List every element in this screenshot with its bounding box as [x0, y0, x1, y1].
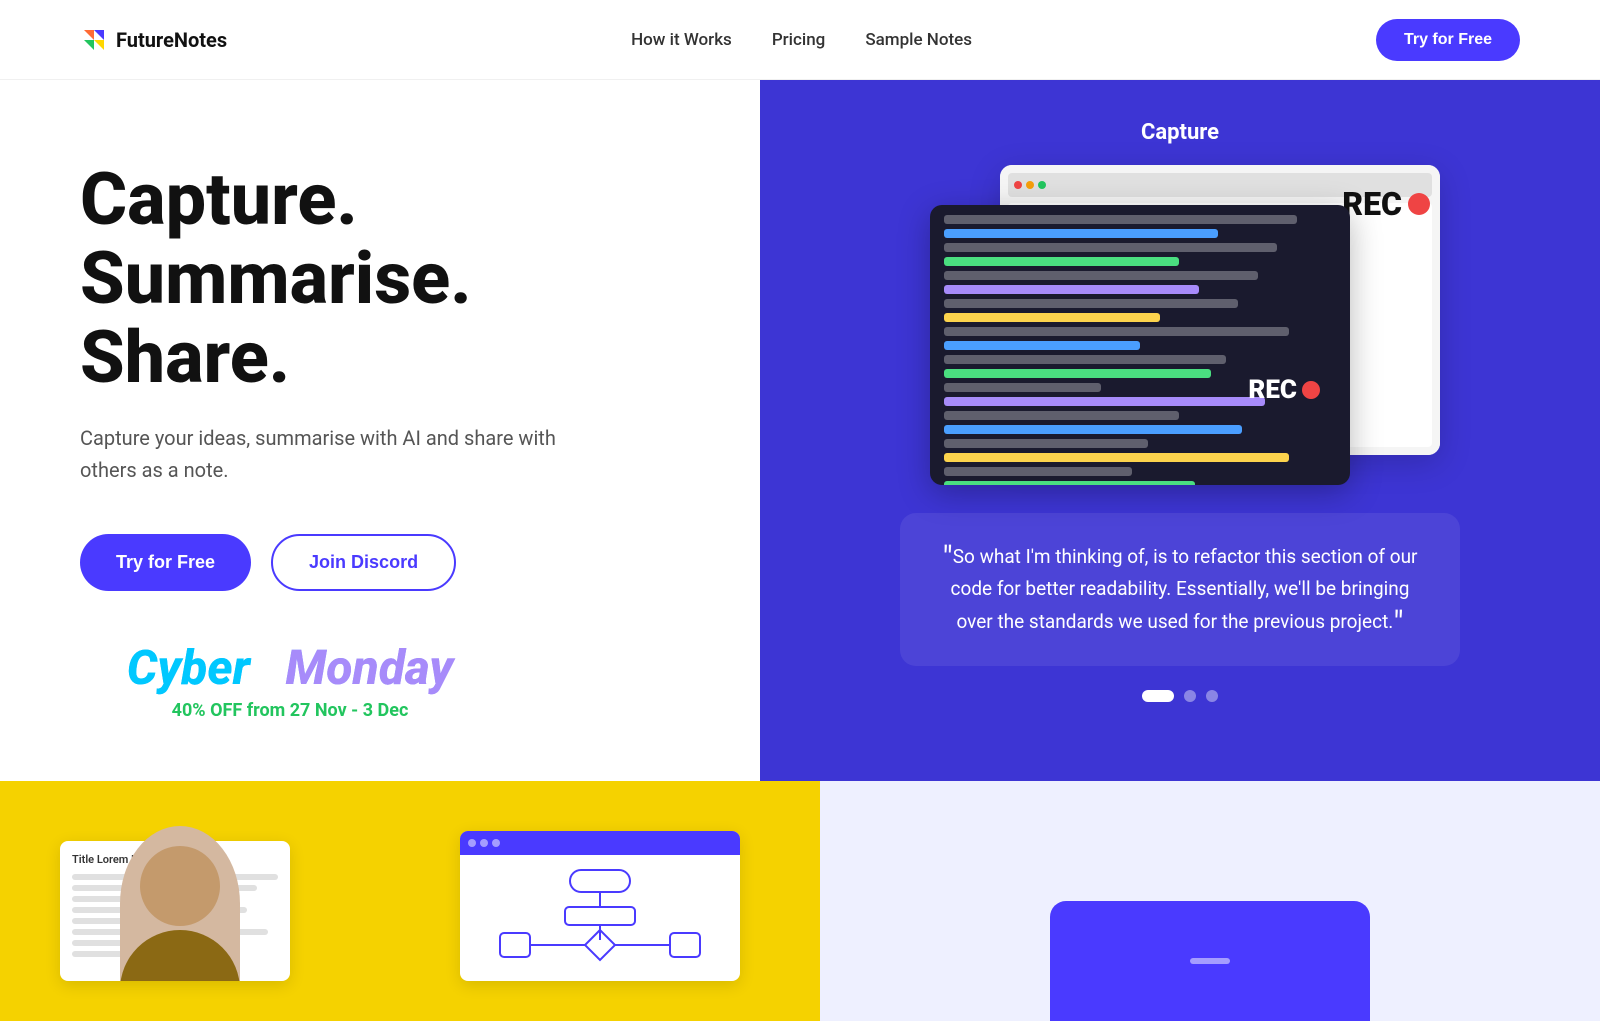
dot-indicators: [1142, 690, 1218, 702]
nav-links: How it Works Pricing Sample Notes: [631, 30, 972, 50]
screenshot-stack: REC: [940, 165, 1420, 485]
quote-block: "So what I'm thinking of, is to refactor…: [900, 513, 1460, 666]
navbar: FutureNotes How it Works Pricing Sample …: [0, 0, 1600, 80]
logo-text: FutureNotes: [116, 28, 227, 52]
quote-content: So what I'm thinking of, is to refactor …: [951, 545, 1418, 633]
bottom-light: [820, 781, 1600, 1021]
hero-buttons: Try for Free Join Discord: [80, 534, 680, 591]
bbc-bar: [1190, 958, 1230, 964]
rec-text-medium: REC: [1248, 375, 1297, 405]
bottom-blue-card: [1050, 901, 1370, 1021]
promo-block: Cyber Monday 40% OFF from 27 Nov - 3 Dec: [80, 639, 500, 721]
dot-3[interactable]: [1206, 690, 1218, 702]
nav-pricing[interactable]: Pricing: [772, 30, 826, 50]
quote-text: "So what I'm thinking of, is to refactor…: [936, 541, 1424, 638]
join-discord-button[interactable]: Join Discord: [271, 534, 456, 591]
capture-label: Capture: [1141, 120, 1219, 145]
hero-headline-line1: Capture. Summarise.: [80, 157, 472, 321]
try-for-free-button[interactable]: Try for Free: [80, 534, 251, 591]
bottom-mockup-2: [460, 831, 740, 981]
rec-dot-medium: [1302, 381, 1320, 399]
hero-headline-line2: Share.: [80, 315, 290, 400]
promo-discount: 40% OFF from 27 Nov - 3 Dec: [80, 700, 500, 721]
rec-text-large: REC: [1342, 185, 1402, 223]
hero-right: Capture: [760, 80, 1600, 781]
rec-badge-large: REC: [1342, 185, 1430, 223]
screenshot-front: REC: [930, 205, 1350, 485]
person-body: [120, 930, 240, 981]
person-avatar: [120, 826, 240, 981]
open-quote: ": [943, 539, 953, 577]
nav-cta-button[interactable]: Try for Free: [1376, 19, 1520, 61]
bottom-section: Title Lorem Ipsum: [0, 781, 1600, 1021]
flowchart-svg: [490, 865, 710, 965]
logo[interactable]: FutureNotes: [80, 26, 227, 54]
promo-title: Cyber Monday: [80, 639, 500, 696]
nav-how-it-works[interactable]: How it Works: [631, 30, 732, 50]
bottom-yellow: Title Lorem Ipsum: [0, 781, 820, 1021]
code-editor: [930, 205, 1350, 485]
hero-subtext: Capture your ideas, summarise with AI an…: [80, 422, 560, 486]
promo-monday: Monday: [286, 639, 454, 696]
bottom-screenshot-container: Title Lorem Ipsum: [60, 821, 740, 981]
bm2-toolbar: [460, 831, 740, 855]
dot-2[interactable]: [1184, 690, 1196, 702]
hero-section: Capture. Summarise. Share. Capture your …: [0, 80, 1600, 781]
logo-icon: [80, 26, 108, 54]
hero-left: Capture. Summarise. Share. Capture your …: [0, 80, 760, 781]
close-quote: ": [1393, 604, 1403, 642]
person-head: [140, 846, 220, 926]
bm2-body: [460, 855, 740, 975]
dot-1[interactable]: [1142, 690, 1174, 702]
rec-badge-medium: REC: [1248, 375, 1320, 405]
nav-sample-notes[interactable]: Sample Notes: [865, 30, 972, 50]
promo-cyber: Cyber: [127, 639, 250, 696]
rec-dot-large: [1408, 193, 1430, 215]
hero-headline: Capture. Summarise. Share.: [80, 160, 680, 398]
